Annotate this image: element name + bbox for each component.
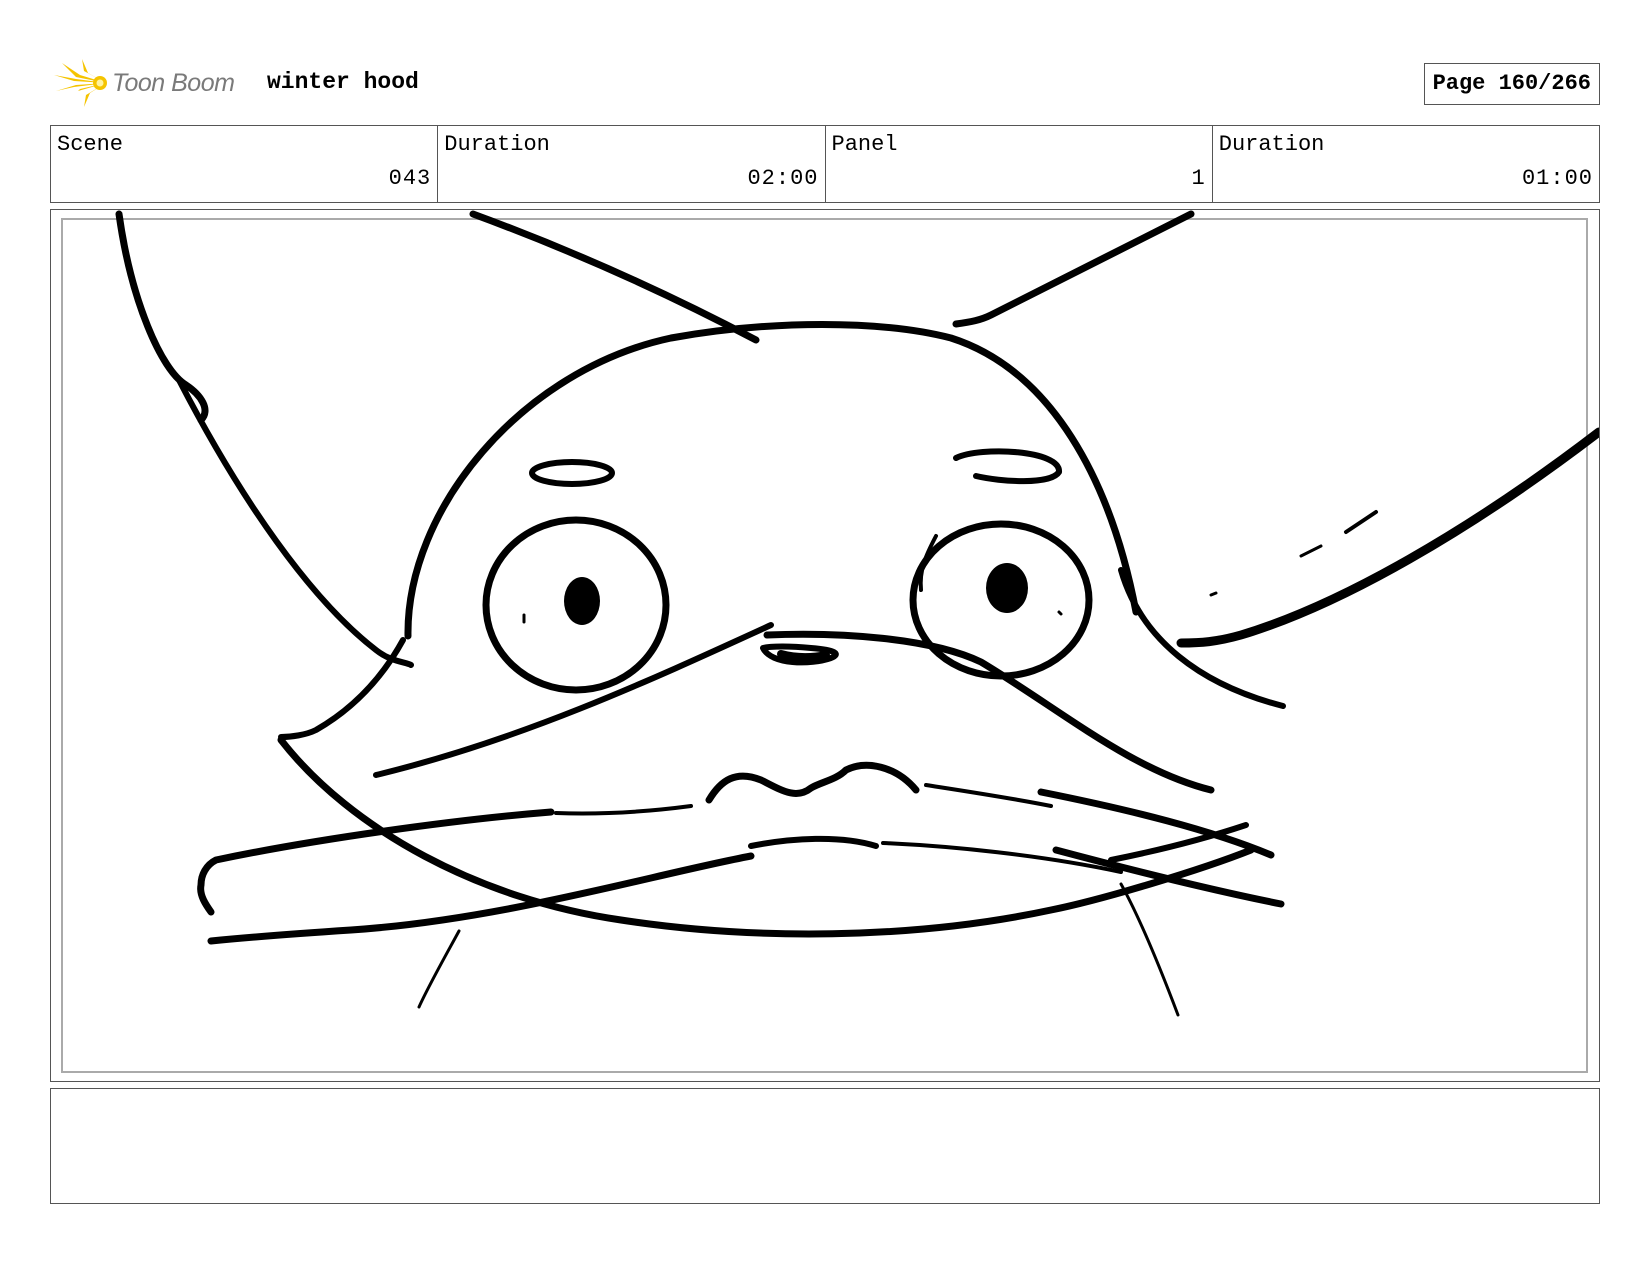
panel-duration-label: Duration xyxy=(1218,132,1325,157)
logo-text: Toon Boom xyxy=(112,69,235,97)
scene-duration-cell: Duration 02:00 xyxy=(438,126,826,202)
panel-cell: Panel 1 xyxy=(826,126,1213,202)
scene-duration-label: Duration xyxy=(444,132,550,157)
scene-info-table: Scene 043 Duration 02:00 Panel 1 Duratio… xyxy=(50,125,1600,203)
panel-sketch-drawing xyxy=(115,210,1599,1017)
panel-duration-value: 01:00 xyxy=(1521,166,1593,191)
panel-value: 1 xyxy=(1191,166,1206,191)
scene-cell: Scene 043 xyxy=(51,126,439,202)
storyboard-header: Toon Boom winter hood Page 160/266 xyxy=(50,55,1600,115)
scene-label: Scene xyxy=(57,132,124,157)
page-indicator: Page 160/266 xyxy=(1423,63,1600,105)
panel-duration-cell: Duration 01:00 xyxy=(1213,126,1599,202)
starburst-icon xyxy=(54,59,107,107)
project-title: winter hood xyxy=(267,69,419,95)
panel-notes-box[interactable] xyxy=(50,1088,1600,1204)
scene-duration-value: 02:00 xyxy=(747,166,819,191)
scene-value: 043 xyxy=(388,166,432,191)
storyboard-panel[interactable] xyxy=(50,209,1600,1082)
toon-boom-logo: Toon Boom xyxy=(54,57,254,109)
panel-label: Panel xyxy=(831,132,898,157)
